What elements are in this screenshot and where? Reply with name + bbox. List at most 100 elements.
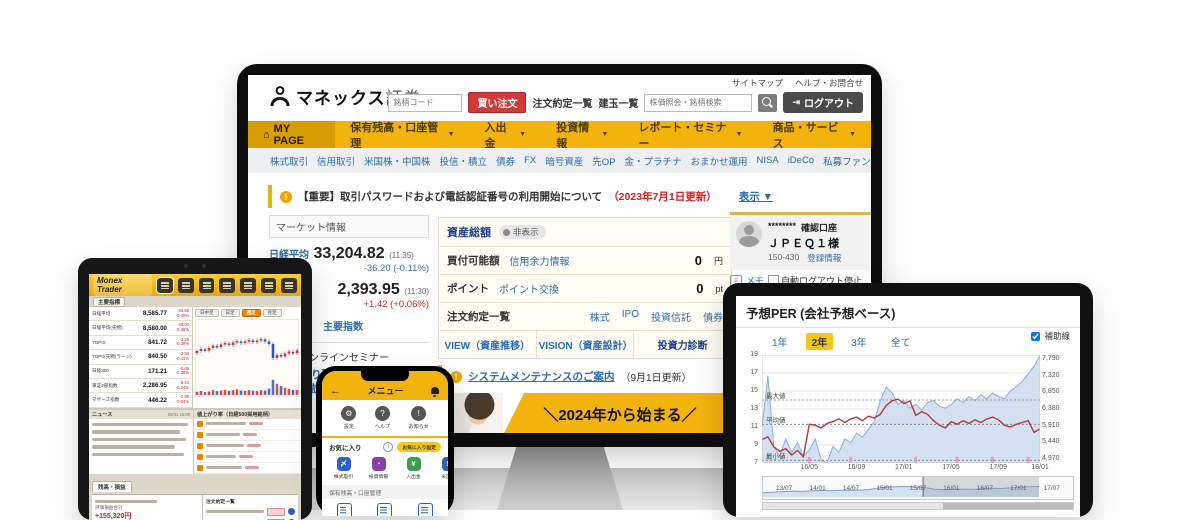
nav-item[interactable]: 投資情報 ▼: [541, 121, 623, 150]
order-list-link[interactable]: 注文約定一覧: [532, 95, 592, 110]
favorite-item[interactable]: $ 米国株: [433, 457, 448, 480]
major-indices-link[interactable]: 主要指数: [323, 318, 363, 333]
quote-search-input[interactable]: [644, 93, 753, 112]
asset-row-link[interactable]: 信用余力情報: [510, 253, 570, 268]
chart-period-tab[interactable]: 週足: [241, 309, 261, 317]
subnav-link[interactable]: 暗号資産: [545, 154, 583, 168]
logout-button[interactable]: ⇥ ログアウト: [783, 92, 863, 113]
quick-button[interactable]: ? ヘルプ: [375, 406, 390, 430]
news-item[interactable]: [92, 437, 186, 442]
order-category-link[interactable]: IPO: [622, 309, 639, 324]
quick-button[interactable]: ⚙ 設定: [341, 406, 357, 430]
scrollbar[interactable]: [762, 502, 1074, 510]
ranking-row[interactable]: [194, 419, 301, 430]
favorite-item[interactable]: ¥ 入出金: [398, 457, 429, 480]
nav-item[interactable]: 入出金 ▼: [470, 121, 542, 150]
index-row[interactable]: TOPIX 841.72 -3.26 -0.39%: [89, 336, 192, 351]
chart-icon[interactable]: [177, 277, 194, 293]
index-row[interactable]: マザーズ指数 446.22 -2.86 -0.64%: [89, 393, 192, 408]
search-button[interactable]: [758, 93, 778, 112]
index-row[interactable]: 東証2部指数 2,286.95 -5.44 -0.24%: [89, 379, 192, 394]
action-button[interactable]: [288, 508, 295, 516]
bell-icon[interactable]: [430, 387, 440, 397]
search-icon[interactable]: [281, 277, 297, 293]
news-item[interactable]: [92, 445, 176, 449]
order-category-link[interactable]: 債券: [703, 309, 723, 324]
help-contact-link[interactable]: ヘルプ・お問合せ: [795, 77, 863, 89]
hide-toggle[interactable]: 非表示: [499, 225, 546, 239]
subnav-link[interactable]: 信用取引: [317, 154, 355, 168]
utility-links: サイトマップ ヘルプ・お問合せ: [732, 77, 863, 89]
stock-code-input[interactable]: [388, 93, 463, 112]
asset-tool-link[interactable]: 投資力診断: [634, 331, 731, 358]
chart-period-tab[interactable]: 月足: [262, 309, 282, 317]
period-tab[interactable]: 全て: [885, 333, 917, 350]
positions-link[interactable]: 建玉一覧: [598, 95, 638, 110]
buy-order-button[interactable]: 買い注文: [468, 92, 527, 113]
period-tab[interactable]: 3年: [845, 333, 873, 350]
scrollbar-thumb[interactable]: [942, 503, 1073, 509]
ranking-row[interactable]: [194, 463, 301, 474]
ranking-row[interactable]: [194, 430, 301, 441]
asset-row-link[interactable]: ポイント交換: [499, 281, 559, 296]
period-tab[interactable]: 2年: [805, 333, 834, 350]
subnav-link[interactable]: おまかせ運用: [690, 154, 747, 168]
balance-tab[interactable]: 残高・損益: [92, 480, 132, 492]
subnav-link[interactable]: 金・プラチナ: [624, 154, 681, 168]
subnav-link[interactable]: iDeCo: [788, 155, 814, 166]
chart-period-tab[interactable]: 日中足: [195, 309, 219, 317]
period-tab[interactable]: 1年: [766, 333, 794, 350]
account-type: 確認口座: [801, 223, 838, 233]
favorite-item[interactable]: ◔ 投資情報: [363, 457, 394, 480]
balance-icon[interactable]: [260, 277, 277, 293]
subnav-link[interactable]: NISA: [757, 155, 779, 166]
asset-tool-link[interactable]: VISION（資産設計）: [537, 331, 635, 358]
nav-item[interactable]: 商品・サービス ▼: [758, 121, 871, 150]
quick-button-icon: !: [411, 406, 427, 421]
nav-item[interactable]: ⌂ MY PAGE: [248, 121, 336, 148]
asset-tool-link[interactable]: VIEW（資産推移）: [439, 331, 537, 358]
maintenance-link[interactable]: システムメンテナンスのご案内: [468, 369, 614, 384]
tablet-screen: Monex Trader 主要指標 日経平均 8,585.77 -34.55 -0…: [89, 274, 301, 520]
subnav-link[interactable]: 私募ファンド: [823, 154, 871, 168]
aux-line-checkbox[interactable]: 補助線: [1031, 330, 1070, 342]
favorite-item[interactable]: 〆 株式取引: [328, 457, 359, 480]
index-row[interactable]: TOPIX先物(ラージ) 840.50 -3.50 -0.41%: [89, 350, 192, 365]
subnav-link[interactable]: 米国株・中国株: [364, 154, 431, 168]
news-icon[interactable]: [198, 277, 215, 293]
nav-item[interactable]: レポート・セミナー ▼: [623, 121, 757, 150]
promo-banner[interactable]: ＼2024年から始まる／: [441, 393, 737, 433]
index-row[interactable]: 日経平均(先物) 8,580.00 -40.00 -0.46%: [89, 321, 192, 336]
order-icon[interactable]: [239, 277, 256, 293]
checkbox-icon[interactable]: [1031, 331, 1041, 341]
subnav-link[interactable]: 先OP: [592, 154, 615, 168]
quick-button[interactable]: ! お知らせ: [409, 406, 429, 430]
back-button[interactable]: ←: [330, 385, 341, 397]
sitemap-link[interactable]: サイトマップ: [732, 77, 783, 89]
ranking-row[interactable]: [194, 441, 301, 452]
subnav-link[interactable]: 株式取引: [270, 154, 308, 168]
ranking-panel: 値上がり率（日経500採用銘柄）: [194, 409, 301, 474]
index-row[interactable]: 日経平均 8,585.77 -34.55 -0.40%: [89, 307, 192, 322]
watchlist-icon[interactable]: [219, 277, 235, 293]
favorite-icon: 〆: [336, 457, 351, 471]
subnav-link[interactable]: FX: [524, 155, 536, 166]
indices-tab[interactable]: 主要指標: [93, 296, 126, 307]
subnav-link[interactable]: 投信・積立: [440, 154, 488, 168]
index-row[interactable]: 日経300 171.21 -0.65 -0.38%: [89, 365, 192, 379]
order-row[interactable]: [206, 507, 295, 516]
ranking-row[interactable]: [194, 452, 301, 463]
registration-link[interactable]: 登録情報: [807, 252, 841, 264]
subnav-link[interactable]: 債券: [496, 154, 515, 168]
nav-item[interactable]: 保有残高・口座管理 ▼: [335, 121, 469, 150]
news-item[interactable]: [92, 422, 188, 427]
home-icon[interactable]: [156, 276, 174, 294]
favorites-edit-button[interactable]: お気に入り設定: [397, 442, 441, 452]
toggle-dot-icon: [503, 228, 510, 236]
news-item[interactable]: [92, 430, 181, 434]
news-item[interactable]: [92, 452, 184, 457]
order-category-link[interactable]: 投資信託: [651, 309, 691, 324]
chart-period-tab[interactable]: 日足: [220, 309, 240, 317]
order-category-link[interactable]: 株式: [590, 309, 610, 324]
notice-show-link[interactable]: 表示 ▼: [739, 189, 773, 204]
